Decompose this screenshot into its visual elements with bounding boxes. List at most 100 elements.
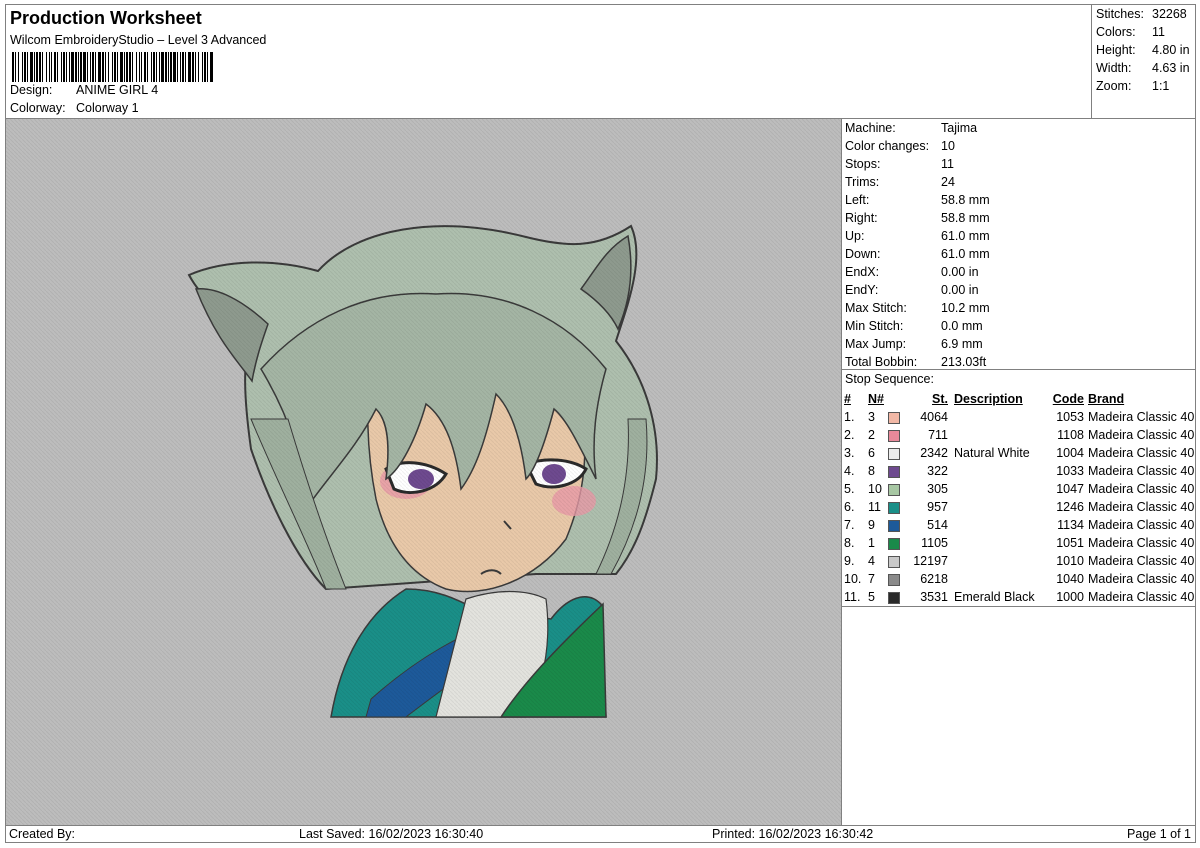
color-swatch <box>888 519 900 532</box>
machine-row: Left: 58.8 mm <box>845 191 990 209</box>
colorway-label: Colorway: <box>10 101 66 115</box>
color-swatch-cell <box>888 570 908 588</box>
row-index: 1. <box>844 410 855 424</box>
color-swatch-cell <box>888 588 908 606</box>
row-brand: Madeira Classic 40 <box>1088 464 1195 478</box>
table-row: 2. 2 711 1108 Madeira Classic 40 <box>844 426 1194 444</box>
colorway-name: Colorway 1 <box>76 101 139 115</box>
stat-value: 1:1 <box>1152 79 1170 93</box>
table-row: 9. 4 12197 1010 Madeira Classic 40 <box>844 552 1194 570</box>
row-needle: 5 <box>868 590 875 604</box>
machine-value: 10 <box>941 139 955 153</box>
col-code: Code <box>1052 392 1084 406</box>
last-saved: Last Saved: 16/02/2023 16:30:40 <box>299 827 484 841</box>
machine-row: Trims: 24 <box>845 173 955 191</box>
table-row: 4. 8 322 1033 Madeira Classic 40 <box>844 462 1194 480</box>
row-stitches: 12197 <box>913 554 948 568</box>
machine-label: Up: <box>845 229 865 243</box>
machine-row: Up: 61.0 mm <box>845 227 990 245</box>
row-brand: Madeira Classic 40 <box>1088 410 1195 424</box>
software-name: Wilcom EmbroideryStudio – Level 3 Advanc… <box>10 33 267 47</box>
machine-label: Left: <box>845 193 870 207</box>
machine-label: Color changes: <box>845 139 930 153</box>
machine-row: EndY: 0.00 in <box>845 281 979 299</box>
machine-row: Stops: 11 <box>845 155 954 173</box>
machine-label: Max Jump: <box>845 337 907 351</box>
page-title: Production Worksheet <box>10 8 202 28</box>
machine-row: Machine: Tajima <box>845 119 977 137</box>
machine-value: Tajima <box>941 121 978 135</box>
stat-value: 11 <box>1152 25 1165 39</box>
row-index: 3. <box>844 446 855 460</box>
col-index: # <box>844 392 851 406</box>
stop-sequence-table: # N# St. Description Code Brand 1. 3 4064 1… <box>844 390 1194 606</box>
row-needle: 3 <box>868 410 875 424</box>
row-brand: Madeira Classic 40 <box>1088 554 1195 568</box>
machine-label: EndX: <box>845 265 880 279</box>
col-brand: Brand <box>1088 392 1125 406</box>
row-needle: 6 <box>868 446 875 460</box>
stat-label: Height: <box>1096 43 1136 57</box>
col-needle: N# <box>868 392 884 406</box>
color-swatch <box>888 555 900 568</box>
table-row: 5. 10 305 1047 Madeira Classic 40 <box>844 480 1194 498</box>
machine-label: Down: <box>845 247 881 261</box>
row-description <box>954 570 1046 588</box>
color-swatch <box>888 411 900 424</box>
machine-info: Machine: Tajima Color changes: 10 Stops: 11 Tr… <box>841 118 1196 370</box>
empty-panel <box>841 606 1196 826</box>
machine-row: Color changes: 10 <box>845 137 955 155</box>
row-index: 9. <box>844 554 855 568</box>
row-code: 1033 <box>1056 464 1084 478</box>
machine-value: 11 <box>941 157 954 171</box>
design-name: ANIME GIRL 4 <box>76 83 159 97</box>
stat-value: 32268 <box>1152 7 1187 21</box>
machine-label: Right: <box>845 211 878 225</box>
row-needle: 9 <box>868 518 875 532</box>
color-swatch <box>888 501 900 514</box>
row-needle: 2 <box>868 428 875 442</box>
color-swatch-cell <box>888 444 908 462</box>
machine-label: Machine: <box>845 121 896 135</box>
machine-value: 0.00 in <box>941 283 979 297</box>
stat-stitches: Stitches: 32268 <box>1096 7 1187 21</box>
color-swatch-cell <box>888 480 908 498</box>
machine-value: 58.8 mm <box>941 193 990 207</box>
row-code: 1010 <box>1056 554 1084 568</box>
row-stitches: 4064 <box>920 410 948 424</box>
worksheet-header: Production Worksheet Wilcom EmbroiderySt… <box>5 4 1092 119</box>
machine-value: 0.00 in <box>941 265 979 279</box>
stat-label: Colors: <box>1096 25 1136 39</box>
row-stitches: 305 <box>927 482 948 496</box>
col-description: Description <box>954 392 1023 406</box>
row-stitches: 957 <box>927 500 948 514</box>
machine-value: 58.8 mm <box>941 211 990 225</box>
row-brand: Madeira Classic 40 <box>1088 428 1195 442</box>
row-description: Emerald Black <box>954 590 1035 604</box>
row-code: 1246 <box>1056 500 1084 514</box>
table-row: 6. 11 957 1246 Madeira Classic 40 <box>844 498 1194 516</box>
stop-sequence-rows: 1. 3 4064 1053 Madeira Classic 40 2. 2 711 1108 M… <box>844 408 1194 606</box>
machine-label: EndY: <box>845 283 879 297</box>
embroidery-design-image <box>6 119 841 825</box>
row-needle: 10 <box>868 482 882 496</box>
machine-value: 0.0 mm <box>941 319 983 333</box>
page-number: Page 1 of 1 <box>1127 827 1191 841</box>
row-needle: 7 <box>868 572 875 586</box>
color-swatch-cell <box>888 408 908 426</box>
table-header-row: # N# St. Description Code Brand <box>844 390 1194 408</box>
machine-row: Max Jump: 6.9 mm <box>845 335 983 353</box>
machine-label: Trims: <box>845 175 880 189</box>
machine-label: Min Stitch: <box>845 319 904 333</box>
row-index: 7. <box>844 518 855 532</box>
stat-label: Zoom: <box>1096 79 1132 93</box>
worksheet-footer: Created By: Last Saved: 16/02/2023 16:30… <box>5 825 1196 843</box>
stat-zoom: Zoom: 1:1 <box>1096 79 1169 93</box>
design-preview <box>5 118 842 826</box>
row-stitches: 322 <box>927 464 948 478</box>
row-description: Natural White <box>954 446 1030 460</box>
row-description <box>954 498 1046 516</box>
row-brand: Madeira Classic 40 <box>1088 572 1195 586</box>
row-description <box>954 426 1046 444</box>
table-row: 7. 9 514 1134 Madeira Classic 40 <box>844 516 1194 534</box>
